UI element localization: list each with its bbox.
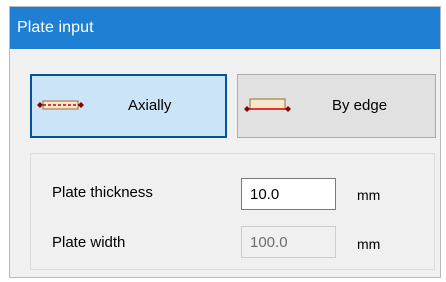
- plate-dimensions-group: Plate thickness mm Plate width mm: [30, 153, 435, 270]
- plate-axial-icon: [37, 100, 84, 110]
- panel-title: Plate input: [17, 19, 94, 36]
- plate-thickness-unit: mm: [357, 187, 381, 203]
- panel-header: Plate input: [10, 7, 440, 49]
- plate-width-unit: mm: [357, 236, 381, 252]
- plate-edge-icon: [244, 98, 291, 112]
- plate-thickness-label: Plate thickness: [52, 184, 153, 201]
- axially-button[interactable]: Axially: [30, 74, 227, 138]
- by-edge-button[interactable]: By edge: [237, 74, 436, 138]
- axially-label: Axially: [128, 97, 172, 114]
- by-edge-label: By edge: [332, 97, 388, 114]
- plate-input-panel: Plate input Axially By edge Plate thickn…: [9, 6, 441, 278]
- plate-width-label: Plate width: [52, 234, 126, 251]
- plate-width-input: [241, 226, 336, 258]
- plate-thickness-input[interactable]: [241, 178, 336, 210]
